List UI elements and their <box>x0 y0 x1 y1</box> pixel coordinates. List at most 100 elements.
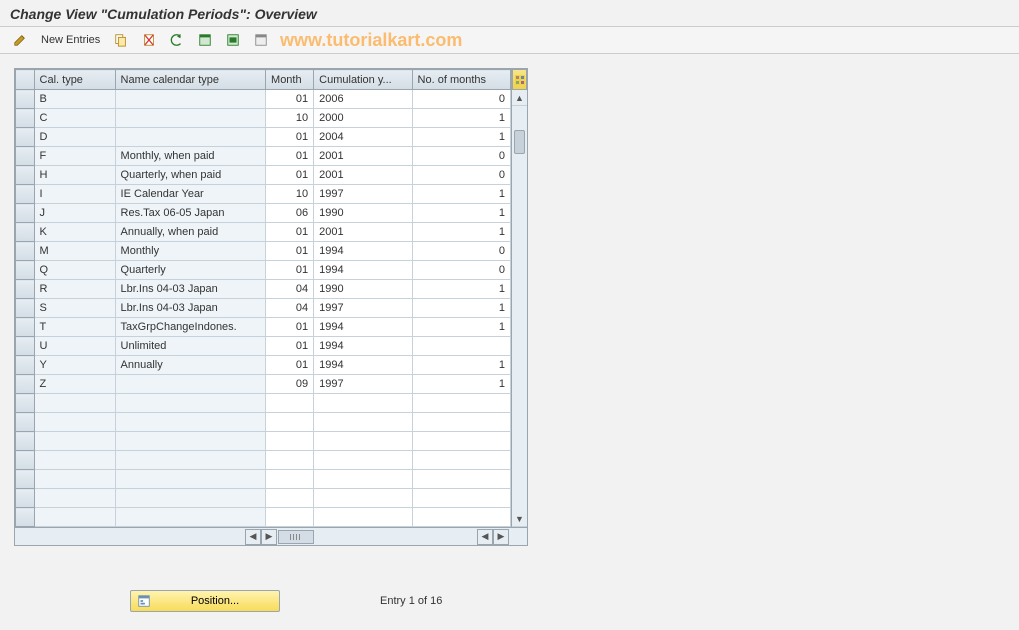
copy-as-button[interactable] <box>109 30 133 50</box>
cell-year[interactable]: 2001 <box>314 166 412 185</box>
cell-cal-type[interactable]: F <box>34 147 115 166</box>
cell-months[interactable]: 1 <box>412 356 510 375</box>
cell-cal-type[interactable] <box>34 394 115 413</box>
cell-cal-type[interactable] <box>34 489 115 508</box>
cell-cal-type[interactable]: D <box>34 128 115 147</box>
cell-month[interactable]: 10 <box>266 185 314 204</box>
cell-cal-type[interactable]: J <box>34 204 115 223</box>
cell-year[interactable] <box>314 451 412 470</box>
cell-months[interactable]: 1 <box>412 375 510 394</box>
cell-month[interactable] <box>266 451 314 470</box>
cell-cal-type[interactable] <box>34 470 115 489</box>
cell-year[interactable]: 1994 <box>314 356 412 375</box>
row-selector[interactable] <box>16 109 35 128</box>
cell-months[interactable]: 1 <box>412 280 510 299</box>
cell-month[interactable]: 10 <box>266 109 314 128</box>
col-header-name[interactable]: Name calendar type <box>115 70 265 90</box>
cell-months[interactable]: 0 <box>412 147 510 166</box>
cell-name[interactable]: Lbr.Ins 04-03 Japan <box>115 299 265 318</box>
cell-month[interactable] <box>266 470 314 489</box>
cell-months[interactable]: 1 <box>412 204 510 223</box>
row-selector[interactable] <box>16 451 35 470</box>
hscroll-right-1[interactable]: ▶ <box>261 529 277 545</box>
cell-name[interactable]: TaxGrpChangeIndones. <box>115 318 265 337</box>
cell-cal-type[interactable]: R <box>34 280 115 299</box>
col-header-year[interactable]: Cumulation y... <box>314 70 412 90</box>
cell-month[interactable] <box>266 394 314 413</box>
cell-month[interactable] <box>266 413 314 432</box>
cell-year[interactable]: 1994 <box>314 337 412 356</box>
cell-name[interactable]: Res.Tax 06-05 Japan <box>115 204 265 223</box>
hscroll-left-2[interactable]: ◀ <box>477 529 493 545</box>
cell-months[interactable]: 0 <box>412 90 510 109</box>
cell-months[interactable]: 0 <box>412 166 510 185</box>
row-selector[interactable] <box>16 90 35 109</box>
cell-year[interactable]: 1990 <box>314 204 412 223</box>
row-selector[interactable] <box>16 337 35 356</box>
row-selector[interactable] <box>16 280 35 299</box>
cell-months[interactable] <box>412 508 510 527</box>
cell-cal-type[interactable] <box>34 413 115 432</box>
cell-cal-type[interactable]: Y <box>34 356 115 375</box>
cell-name[interactable]: Monthly <box>115 242 265 261</box>
cell-year[interactable]: 1997 <box>314 375 412 394</box>
row-selector[interactable] <box>16 223 35 242</box>
new-entries-button[interactable]: New Entries <box>36 30 105 50</box>
cell-name[interactable] <box>115 432 265 451</box>
row-selector[interactable] <box>16 147 35 166</box>
row-selector[interactable] <box>16 413 35 432</box>
col-header-cal-type[interactable]: Cal. type <box>34 70 115 90</box>
row-selector[interactable] <box>16 432 35 451</box>
cell-name[interactable]: Annually, when paid <box>115 223 265 242</box>
cell-name[interactable] <box>115 109 265 128</box>
cell-month[interactable]: 01 <box>266 90 314 109</box>
row-selector[interactable] <box>16 489 35 508</box>
cell-months[interactable]: 0 <box>412 261 510 280</box>
cell-cal-type[interactable] <box>34 432 115 451</box>
cell-months[interactable] <box>412 470 510 489</box>
row-selector[interactable] <box>16 299 35 318</box>
cell-month[interactable]: 01 <box>266 261 314 280</box>
cell-year[interactable]: 2006 <box>314 90 412 109</box>
row-selector[interactable] <box>16 356 35 375</box>
cell-name[interactable] <box>115 128 265 147</box>
select-all-button[interactable] <box>193 30 217 50</box>
row-selector[interactable] <box>16 261 35 280</box>
row-selector[interactable] <box>16 394 35 413</box>
cell-name[interactable] <box>115 90 265 109</box>
cell-months[interactable] <box>412 451 510 470</box>
row-selector[interactable] <box>16 185 35 204</box>
cell-name[interactable] <box>115 394 265 413</box>
cell-name[interactable] <box>115 489 265 508</box>
cell-months[interactable]: 1 <box>412 318 510 337</box>
cell-months[interactable] <box>412 432 510 451</box>
row-selector[interactable] <box>16 204 35 223</box>
cell-months[interactable] <box>412 394 510 413</box>
cell-month[interactable]: 01 <box>266 223 314 242</box>
cell-year[interactable]: 2001 <box>314 147 412 166</box>
row-selector[interactable] <box>16 128 35 147</box>
cell-months[interactable]: 1 <box>412 128 510 147</box>
cell-name[interactable] <box>115 413 265 432</box>
cell-cal-type[interactable]: Q <box>34 261 115 280</box>
cell-year[interactable] <box>314 470 412 489</box>
toggle-display-change-button[interactable] <box>8 30 32 50</box>
cell-name[interactable]: Quarterly, when paid <box>115 166 265 185</box>
delete-button[interactable] <box>137 30 161 50</box>
cell-cal-type[interactable]: Z <box>34 375 115 394</box>
select-block-button[interactable] <box>221 30 245 50</box>
cell-name[interactable]: IE Calendar Year <box>115 185 265 204</box>
cell-months[interactable] <box>412 413 510 432</box>
cell-name[interactable] <box>115 470 265 489</box>
cell-month[interactable]: 06 <box>266 204 314 223</box>
row-selector[interactable] <box>16 375 35 394</box>
cell-name[interactable]: Lbr.Ins 04-03 Japan <box>115 280 265 299</box>
cell-cal-type[interactable]: B <box>34 90 115 109</box>
col-header-month[interactable]: Month <box>266 70 314 90</box>
scroll-track[interactable] <box>512 106 527 511</box>
cell-month[interactable]: 01 <box>266 337 314 356</box>
cell-cal-type[interactable]: C <box>34 109 115 128</box>
cell-year[interactable] <box>314 413 412 432</box>
cell-month[interactable]: 01 <box>266 318 314 337</box>
cell-year[interactable]: 1994 <box>314 242 412 261</box>
